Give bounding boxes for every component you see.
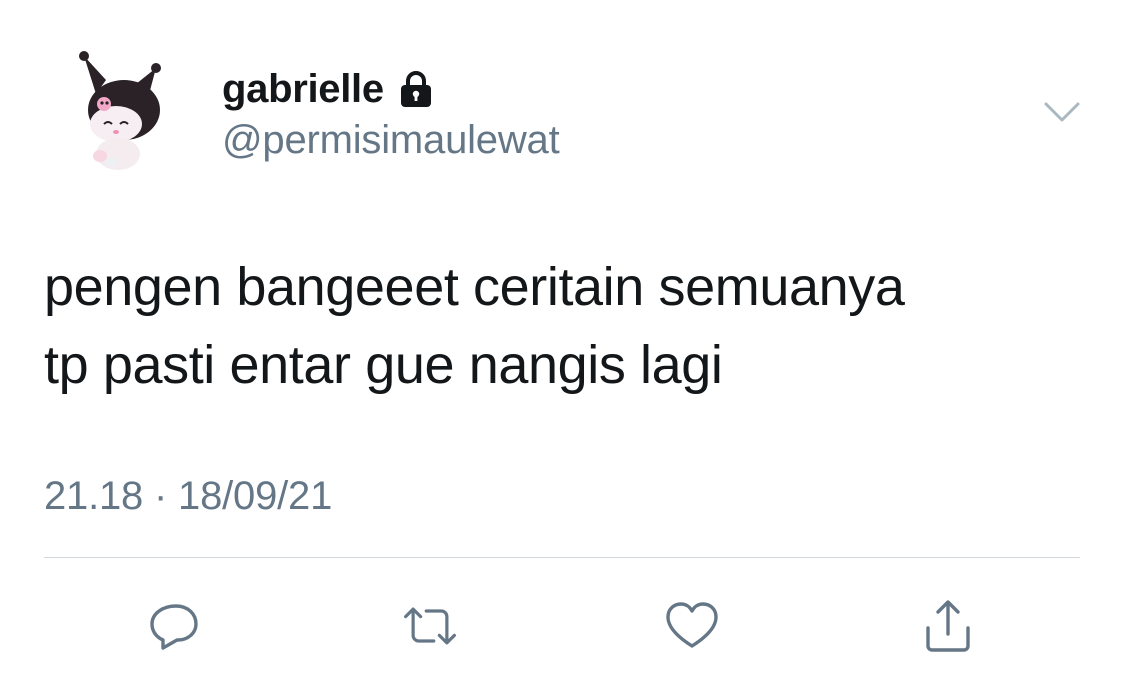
retweet-icon <box>404 607 456 645</box>
tweet-text-line: tp pasti entar gue nangis lagi <box>44 335 723 395</box>
share-button[interactable] <box>918 596 978 656</box>
avatar[interactable] <box>76 50 168 174</box>
timestamp[interactable]: 21.18 · 18/09/21 <box>44 474 332 519</box>
reply-button[interactable] <box>144 596 204 656</box>
tweet-text: pengen bangeeet ceritain semuanya tp pas… <box>44 248 1084 404</box>
retweet-button[interactable] <box>400 596 460 656</box>
heart-icon <box>666 602 718 648</box>
display-name-row[interactable]: gabrielle <box>222 64 436 114</box>
lock-icon <box>396 69 436 109</box>
share-icon <box>926 600 970 652</box>
like-button[interactable] <box>662 596 722 656</box>
handle[interactable]: @permisimaulewat <box>222 118 560 163</box>
reply-icon <box>150 604 198 650</box>
chevron-down-icon[interactable] <box>1042 98 1082 126</box>
display-name[interactable]: gabrielle <box>222 67 384 112</box>
kuromi-avatar-icon <box>79 51 161 170</box>
divider <box>44 557 1080 558</box>
tweet-text-line: pengen bangeeet ceritain semuanya <box>44 257 905 317</box>
